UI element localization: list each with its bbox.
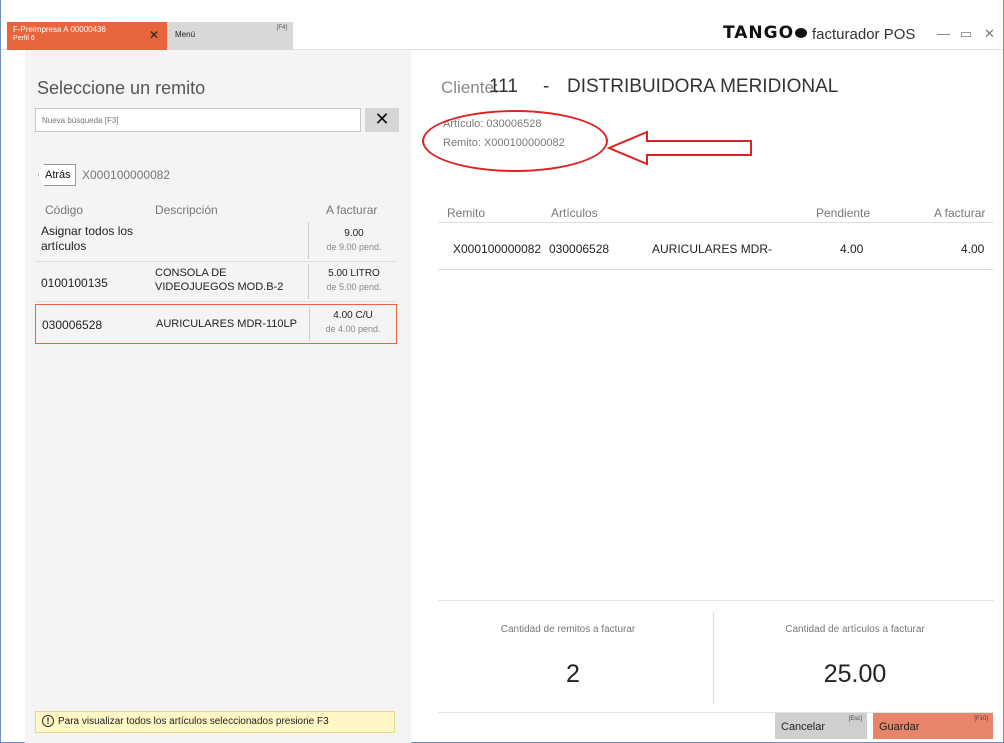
cell-pending: 4.00 — [840, 242, 864, 256]
info-hint: ! Para visualizar todos los artículos sel… — [35, 711, 395, 733]
minimize-icon[interactable]: — — [937, 26, 950, 41]
column-header-remito: Remito — [447, 206, 486, 220]
remito-selector-panel: Seleccione un remito ✕ Atrás X0001000000… — [25, 50, 411, 743]
cancel-shortcut: [Esc] — [848, 716, 862, 722]
list-item-selected[interactable]: 030006528 AURICULARES MDR-110LP 4.00 C/U… — [35, 304, 397, 344]
clear-search-button[interactable]: ✕ — [365, 108, 399, 132]
search-box[interactable] — [35, 108, 361, 132]
column-header-articles: Artículos — [551, 206, 598, 220]
column-header-code: Código — [45, 203, 84, 217]
cell-remito: X000100000082 — [453, 242, 542, 256]
row-pending: de 9.00 pend. — [326, 242, 382, 252]
tab-invoice[interactable]: F-Preimpresa A 00000436 Perfil 6 ✕ — [7, 22, 167, 50]
articles-count-value: 25.00 — [823, 660, 887, 688]
current-remito: X000100000082 — [82, 168, 171, 182]
cancel-label: Cancelar — [781, 721, 826, 733]
app-name: facturador POS — [812, 26, 916, 43]
row-code: 030006528 — [42, 318, 103, 332]
row-code: 0100100135 — [41, 276, 108, 290]
row-description: AURICULARES MDR-110LP — [156, 318, 298, 330]
client-number: 111 — [489, 76, 518, 97]
column-header-pending: Pendiente — [816, 206, 871, 220]
row-pending: de 5.00 pend. — [326, 282, 382, 292]
tab-invoice-profile: Perfil 6 — [13, 35, 35, 42]
row-code: Asignar todos los artículos — [41, 224, 134, 253]
articles-count-label: Cantidad de artículos a facturar — [785, 624, 925, 635]
save-shortcut: [F10] — [974, 716, 988, 722]
cancel-button[interactable]: Cancelar [Esc] — [775, 713, 867, 739]
info-icon: ! — [42, 715, 54, 728]
column-header-description: Descripción — [155, 203, 218, 217]
list-item-assign-all[interactable]: Asignar todos los artículos 9.00 de 9.00… — [35, 220, 397, 262]
client-separator: - — [543, 76, 550, 97]
column-header-to-invoice: A facturar — [934, 206, 986, 220]
maximize-icon[interactable]: ▭ — [960, 26, 972, 42]
panel-title: Seleccione un remito — [37, 78, 206, 98]
cell-article-code: 030006528 — [549, 242, 610, 256]
close-icon[interactable]: ✕ — [149, 28, 159, 42]
title-bar: F-Preimpresa A 00000436 Perfil 6 ✕ Menú … — [1, 22, 1003, 50]
annotation-ellipse — [422, 110, 608, 172]
save-label: Guardar — [879, 721, 920, 733]
search-input[interactable] — [36, 109, 360, 131]
annotation-arrow-icon — [607, 130, 752, 166]
app-window: F-Preimpresa A 00000436 Perfil 6 ✕ Menú … — [0, 0, 1004, 743]
brand-logo: TANGO — [723, 23, 808, 43]
client-name: DISTRIBUIDORA MERIDIONAL — [567, 76, 839, 97]
remitos-count-label: Cantidad de remitos a facturar — [500, 624, 636, 635]
cell-to-invoice: 4.00 — [961, 242, 985, 256]
window-close-icon[interactable]: ✕ — [984, 26, 995, 42]
tab-menu[interactable]: Menú [F4] — [167, 22, 293, 50]
row-qty: 9.00 — [344, 228, 364, 239]
save-button[interactable]: Guardar [F10] — [873, 713, 993, 739]
tab-invoice-title: F-Preimpresa A 00000436 — [13, 25, 106, 34]
row-qty: 5.00 LITRO — [328, 268, 380, 279]
row-description: CONSOLA DE VIDEOJUEGOS MOD.B-2 — [155, 267, 284, 293]
row-pending: de 4.00 pend. — [325, 324, 381, 334]
cell-article-description: AURICULARES MDR- — [652, 242, 773, 256]
row-qty: 4.00 C/U — [333, 310, 373, 321]
hint-text: Para visualizar todos los artículos sele… — [58, 716, 329, 727]
column-header-to-invoice: A facturar — [326, 203, 378, 217]
tab-menu-shortcut: [F4] — [276, 25, 287, 31]
list-item[interactable]: 0100100135 CONSOLA DE VIDEOJUEGOS MOD.B-… — [35, 262, 397, 302]
tab-menu-label: Menú — [175, 30, 196, 39]
remitos-count-value: 2 — [566, 660, 580, 688]
logo-dot-icon — [795, 28, 808, 38]
back-button[interactable]: Atrás — [38, 164, 76, 186]
